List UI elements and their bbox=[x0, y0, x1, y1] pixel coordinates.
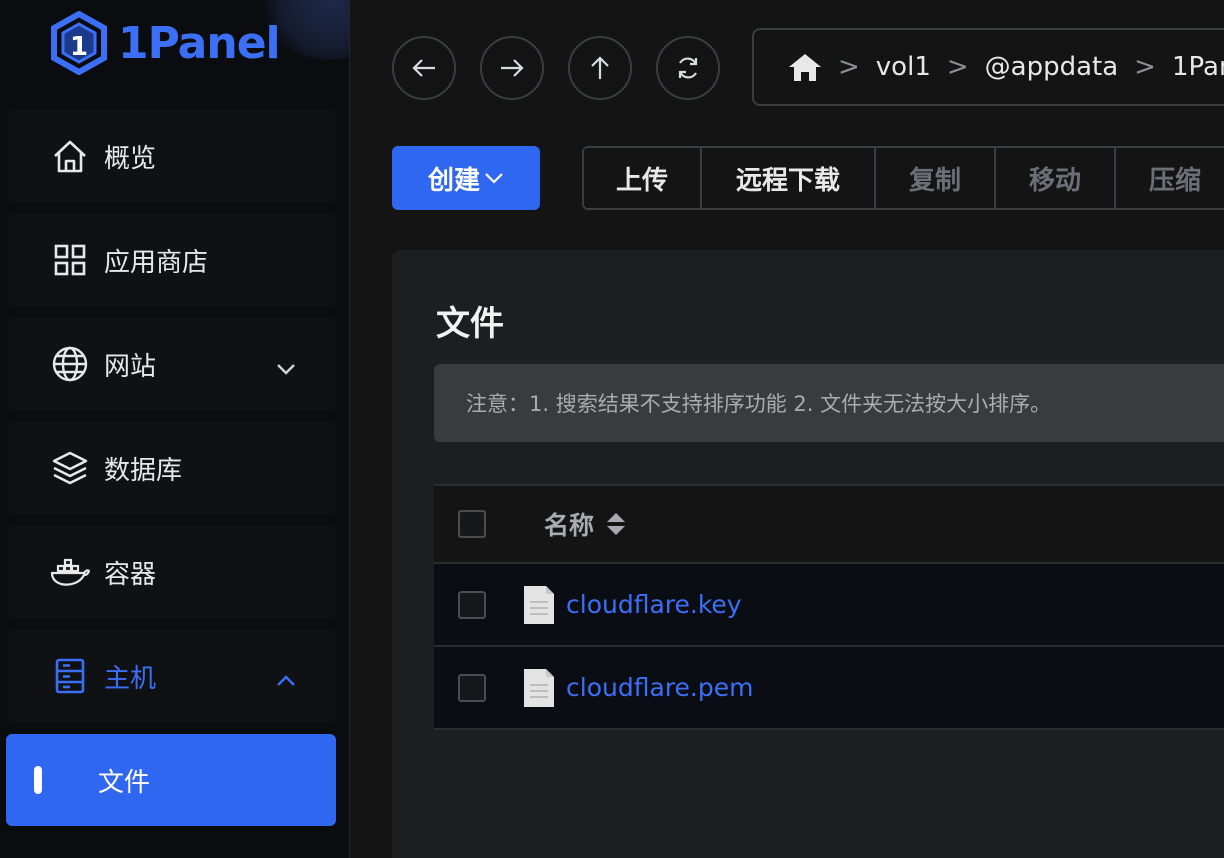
table-row[interactable]: cloudflare.key bbox=[434, 564, 1224, 647]
arrow-right-icon bbox=[501, 59, 524, 77]
logo-hexagon-icon: 1 bbox=[51, 11, 107, 75]
sort-icon bbox=[607, 513, 626, 535]
notice-alert: 注意：1. 搜索结果不支持排序功能 2. 文件夹无法按大小排序。 bbox=[434, 364, 1224, 442]
copy-button[interactable]: 复制 bbox=[876, 148, 996, 208]
chevron-down-icon bbox=[276, 352, 296, 382]
sidebar-item-label: 数据库 bbox=[104, 455, 183, 486]
sidebar-item-app-store[interactable]: 应用商店 bbox=[8, 214, 336, 306]
file-icon bbox=[524, 668, 554, 707]
row-checkbox[interactable] bbox=[458, 673, 486, 702]
sidebar-item-label: 概览 bbox=[104, 143, 157, 174]
row-checkbox[interactable] bbox=[458, 590, 486, 619]
column-header-label: 名称 bbox=[544, 511, 595, 540]
breadcrumb-segment[interactable]: @appdata bbox=[985, 52, 1119, 82]
file-action-group: 上传 远程下载 复制 移动 压缩 bbox=[582, 146, 1224, 210]
file-icon bbox=[524, 585, 554, 624]
home-icon[interactable] bbox=[788, 52, 822, 82]
breadcrumb-segment[interactable]: 1Panel bbox=[1172, 52, 1224, 82]
sidebar-item-label: 网站 bbox=[104, 351, 157, 382]
home-icon bbox=[50, 136, 90, 176]
breadcrumb: > vol1 > @appdata > 1Panel bbox=[752, 28, 1224, 106]
grid-icon bbox=[50, 240, 90, 280]
logo-text: 1Panel bbox=[118, 17, 281, 69]
logo[interactable]: 1 1Panel bbox=[50, 10, 281, 76]
breadcrumb-separator: > bbox=[1134, 52, 1156, 82]
sidebar-item-host[interactable]: 主机 bbox=[8, 630, 336, 722]
upload-button[interactable]: 上传 bbox=[584, 148, 702, 208]
sidebar-item-overview[interactable]: 概览 bbox=[8, 110, 336, 202]
breadcrumb-separator: > bbox=[838, 52, 860, 82]
breadcrumb-segment[interactable]: vol1 bbox=[876, 52, 931, 82]
create-button[interactable]: 创建 bbox=[392, 146, 540, 210]
docker-icon bbox=[50, 552, 90, 592]
select-all-checkbox[interactable] bbox=[458, 510, 486, 538]
sidebar-item-label: 应用商店 bbox=[104, 247, 209, 278]
up-button[interactable] bbox=[568, 36, 632, 100]
table-header: 名称 bbox=[434, 484, 1224, 564]
svg-text:1: 1 bbox=[70, 32, 88, 62]
refresh-icon bbox=[678, 57, 698, 79]
arrow-up-icon bbox=[591, 56, 609, 79]
sidebar-item-database[interactable]: 数据库 bbox=[8, 422, 336, 514]
compress-button[interactable]: 压缩 bbox=[1116, 148, 1224, 208]
sidebar-item-label: 容器 bbox=[104, 559, 157, 590]
remote-download-button[interactable]: 远程下载 bbox=[702, 148, 876, 208]
table-row[interactable]: cloudflare.pem bbox=[434, 647, 1224, 730]
globe-icon bbox=[50, 344, 90, 384]
column-header-name[interactable]: 名称 bbox=[544, 506, 626, 542]
file-name-link[interactable]: cloudflare.key bbox=[566, 590, 742, 619]
file-table: 名称 cloudflare.key cloudflare.pem bbox=[434, 484, 1224, 730]
chevron-down-icon bbox=[485, 173, 503, 184]
breadcrumb-separator: > bbox=[946, 52, 969, 82]
refresh-button[interactable] bbox=[656, 36, 720, 100]
create-button-label: 创建 bbox=[427, 165, 480, 196]
sidebar-item-label: 主机 bbox=[104, 663, 157, 694]
sidebar-subitem-label: 文件 bbox=[98, 767, 151, 798]
file-name-link[interactable]: cloudflare.pem bbox=[566, 673, 753, 702]
page-title: 文件 bbox=[436, 304, 504, 344]
layers-icon bbox=[50, 448, 90, 488]
sidebar: 1 1Panel 概览 应用商店 网站 数据库 容器 主机 文件 bbox=[0, 0, 350, 858]
move-button[interactable]: 移动 bbox=[996, 148, 1116, 208]
sidebar-item-websites[interactable]: 网站 bbox=[8, 318, 336, 410]
arrow-left-icon bbox=[412, 59, 435, 77]
active-indicator bbox=[34, 766, 42, 794]
sidebar-subitem-files[interactable]: 文件 bbox=[6, 734, 336, 826]
forward-button[interactable] bbox=[480, 36, 544, 100]
back-button[interactable] bbox=[392, 36, 456, 100]
sidebar-item-containers[interactable]: 容器 bbox=[8, 526, 336, 618]
server-icon bbox=[50, 656, 90, 696]
chevron-up-icon bbox=[276, 664, 296, 694]
